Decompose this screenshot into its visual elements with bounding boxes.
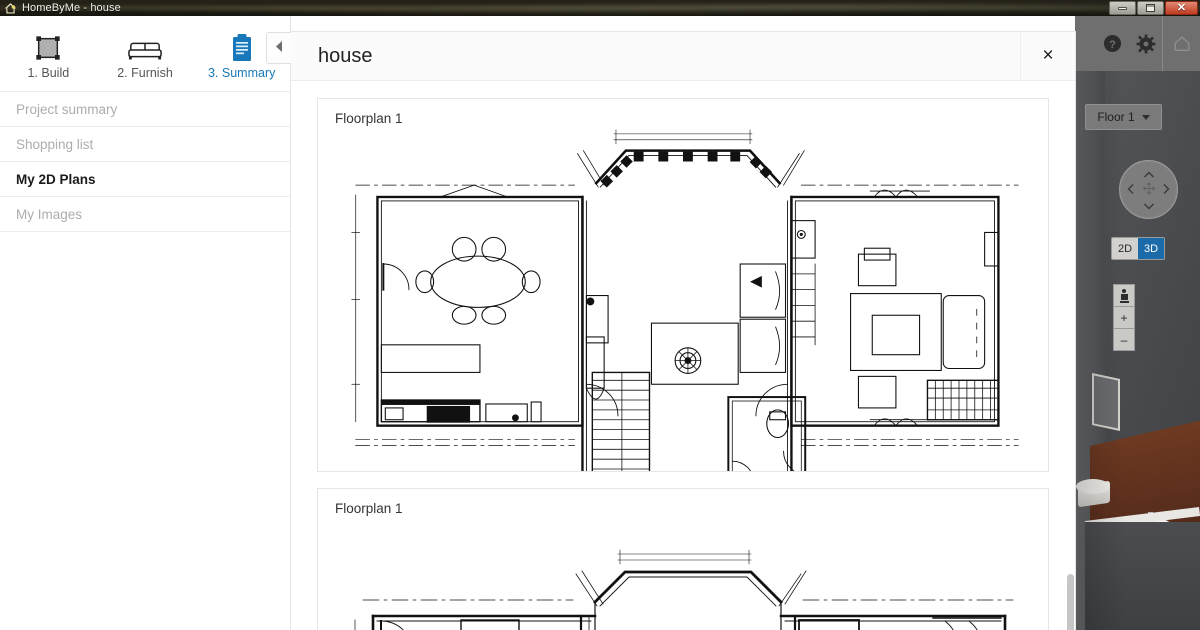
os-window-title: HomeByMe - house (22, 2, 121, 14)
step-build[interactable]: 1. Build (0, 28, 97, 80)
sidebar-item-label: Project summary (16, 101, 118, 117)
maximize-button[interactable] (1137, 1, 1164, 15)
first-person-view-icon[interactable] (1114, 285, 1134, 306)
toggle-3d-button[interactable]: 3D (1138, 238, 1164, 259)
plan-card[interactable]: Floorplan 1 (317, 488, 1049, 630)
room-square-icon (34, 32, 62, 62)
clipboard-icon (230, 32, 254, 62)
floor-select-dropdown[interactable]: Floor 1 (1085, 104, 1162, 130)
step-furnish-label: 2. Furnish (117, 65, 173, 80)
floor-select-label: Floor 1 (1097, 110, 1135, 124)
gear-icon[interactable] (1129, 16, 1162, 71)
svg-text:?: ? (1109, 39, 1116, 51)
chevron-down-icon (1141, 114, 1150, 120)
floorplan-drawing-upper (354, 549, 1014, 630)
viewer-controls: Floor 1 2D 3D + – (1075, 71, 1200, 630)
zoom-out-button[interactable]: – (1114, 328, 1134, 350)
move-icon[interactable] (1142, 181, 1155, 198)
workflow-steps: 1. Build 2. Furnish 3. Summary (0, 16, 290, 92)
step-build-label: 1. Build (27, 65, 70, 80)
sidebar-item-shopping-list[interactable]: Shopping list (0, 127, 290, 162)
step-summary-label: 3. Summary (207, 65, 276, 80)
pan-up-icon[interactable] (1143, 168, 1154, 180)
help-icon[interactable]: ? (1096, 16, 1129, 71)
home-icon[interactable] (1162, 16, 1200, 71)
modal-body[interactable]: Floorplan 1 Floorplan 1 (291, 81, 1075, 630)
person-icon (1119, 288, 1129, 303)
os-title-bar: HomeByMe - house ✕ (0, 0, 1200, 16)
my-2d-plans-modal: house × Floorplan 1 Floorplan 1 (291, 32, 1075, 630)
plan-title: Floorplan 1 (335, 111, 403, 126)
collapse-sidebar-button[interactable] (266, 32, 291, 64)
toggle-2d-button[interactable]: 2D (1112, 238, 1138, 259)
left-sidebar: 1. Build 2. Furnish 3. Summary Project s… (0, 16, 291, 630)
header-icon-group: ? (1096, 16, 1200, 71)
floorplan-drawing-ground (351, 129, 1019, 471)
scrollbar-thumb[interactable] (1067, 574, 1074, 630)
sidebar-item-label: Shopping list (16, 136, 94, 152)
sidebar-item-my-images[interactable]: My Images (0, 197, 290, 232)
plan-title: Floorplan 1 (335, 501, 403, 516)
application-window: ? 1. Build 2. Furnish 3. Summary Project… (0, 16, 1200, 630)
minimize-button[interactable] (1109, 1, 1136, 15)
sidebar-item-label: My 2D Plans (16, 171, 96, 187)
sidebar-item-my-2d-plans[interactable]: My 2D Plans (0, 162, 290, 197)
desktop-wallpaper-blur (0, 0, 1200, 16)
dimension-toggle[interactable]: 2D 3D (1111, 237, 1165, 260)
sidebar-item-label: My Images (16, 206, 83, 222)
window-controls[interactable]: ✕ (1109, 1, 1198, 15)
chevron-left-icon (275, 39, 283, 57)
navigation-pad[interactable] (1119, 160, 1178, 219)
sidebar-item-project-summary[interactable]: Project summary (0, 92, 290, 127)
sofa-icon (128, 32, 162, 62)
close-window-button[interactable]: ✕ (1165, 1, 1198, 15)
pan-left-icon[interactable] (1127, 183, 1134, 196)
page-title: house (318, 44, 373, 67)
app-home-icon (5, 2, 16, 14)
step-furnish[interactable]: 2. Furnish (97, 28, 194, 80)
zoom-in-button[interactable]: + (1114, 306, 1134, 328)
modal-header: house × (291, 32, 1075, 81)
zoom-control[interactable]: + – (1113, 284, 1135, 351)
plan-card[interactable]: Floorplan 1 (317, 98, 1049, 472)
modal-scrollbar[interactable] (1066, 81, 1075, 630)
close-icon[interactable]: × (1020, 32, 1075, 80)
pan-down-icon[interactable] (1143, 200, 1154, 212)
pan-right-icon[interactable] (1163, 183, 1170, 196)
